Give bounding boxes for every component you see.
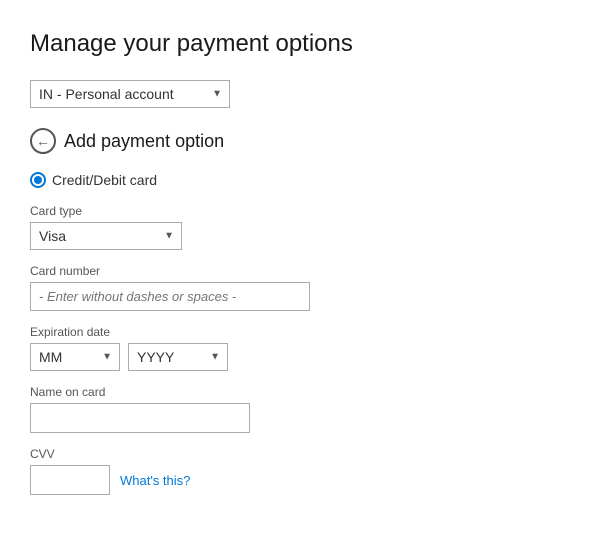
account-select[interactable]: IN - Personal account bbox=[30, 80, 230, 108]
payment-type-row: Credit/Debit card bbox=[30, 172, 570, 188]
credit-debit-label: Credit/Debit card bbox=[52, 172, 157, 188]
name-on-card-input[interactable] bbox=[30, 403, 250, 433]
year-select-wrapper: YYYY 202420252026 202720282029 2030 ▼ bbox=[128, 343, 228, 371]
card-number-input[interactable] bbox=[30, 282, 310, 311]
account-selector-wrapper: IN - Personal account ▼ bbox=[30, 80, 230, 108]
add-payment-row: ← Add payment option bbox=[30, 128, 570, 154]
back-arrow-icon: ← bbox=[36, 134, 50, 148]
cvv-row: What's this? bbox=[30, 465, 570, 495]
page-title: Manage your payment options bbox=[30, 30, 570, 58]
month-select[interactable]: MM 010203 040506 070809 101112 bbox=[30, 343, 120, 371]
card-number-group: Card number bbox=[30, 264, 570, 311]
card-number-label: Card number bbox=[30, 264, 570, 278]
whats-this-link[interactable]: What's this? bbox=[120, 473, 190, 488]
expiration-date-group: Expiration date MM 010203 040506 070809 … bbox=[30, 325, 570, 371]
name-on-card-group: Name on card bbox=[30, 385, 570, 433]
month-select-wrapper: MM 010203 040506 070809 101112 ▼ bbox=[30, 343, 120, 371]
card-type-select-wrapper: Visa Mastercard American Express ▼ bbox=[30, 222, 182, 250]
card-type-group: Card type Visa Mastercard American Expre… bbox=[30, 204, 570, 250]
back-button[interactable]: ← bbox=[30, 128, 56, 154]
cvv-input[interactable] bbox=[30, 465, 110, 495]
card-type-select[interactable]: Visa Mastercard American Express bbox=[30, 222, 182, 250]
expiration-date-label: Expiration date bbox=[30, 325, 570, 339]
expiration-row: MM 010203 040506 070809 101112 ▼ YYYY 20… bbox=[30, 343, 570, 371]
credit-debit-radio[interactable] bbox=[30, 172, 46, 188]
card-type-label: Card type bbox=[30, 204, 570, 218]
cvv-group: CVV What's this? bbox=[30, 447, 570, 495]
add-payment-label: Add payment option bbox=[64, 131, 224, 152]
name-on-card-label: Name on card bbox=[30, 385, 570, 399]
year-select[interactable]: YYYY 202420252026 202720282029 2030 bbox=[128, 343, 228, 371]
radio-dot bbox=[34, 176, 42, 184]
cvv-label: CVV bbox=[30, 447, 570, 461]
